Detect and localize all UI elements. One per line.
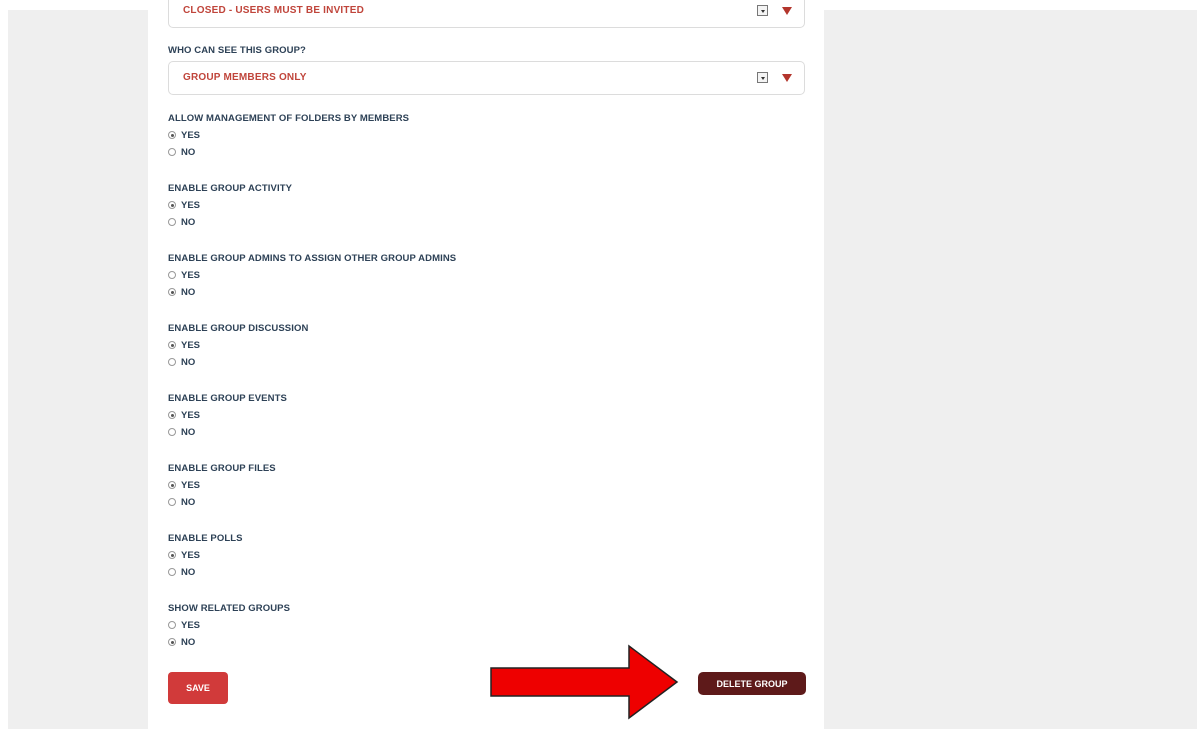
visibility-label: WHO CAN SEE THIS GROUP? <box>168 45 306 56</box>
radio-label: YES <box>181 409 201 421</box>
delete-group-button[interactable]: DELETE GROUP <box>698 672 806 695</box>
radio-button-icon[interactable] <box>168 218 176 226</box>
radio-button-icon[interactable] <box>168 358 176 366</box>
radio-option-yes[interactable]: YES <box>168 619 200 631</box>
setting-label: ENABLE GROUP ACTIVITY <box>168 183 293 194</box>
radio-option-yes[interactable]: YES <box>168 199 200 211</box>
radio-option-no[interactable]: NO <box>168 566 195 578</box>
radio-label: NO <box>181 146 196 158</box>
radio-button-icon[interactable] <box>168 341 176 349</box>
radio-button-icon[interactable] <box>168 288 176 296</box>
radio-label: NO <box>181 636 196 648</box>
radio-button-icon[interactable] <box>168 481 176 489</box>
radio-option-no[interactable]: NO <box>168 146 195 158</box>
radio-label: YES <box>181 479 201 491</box>
radio-option-no[interactable]: NO <box>168 216 195 228</box>
radio-button-icon[interactable] <box>168 638 176 646</box>
radio-button-icon[interactable] <box>168 551 176 559</box>
radio-button-icon[interactable] <box>168 411 176 419</box>
radio-label: YES <box>181 619 201 631</box>
select-button-icon[interactable] <box>757 72 768 83</box>
membership-select-value: CLOSED - USERS MUST BE INVITED <box>183 5 365 16</box>
radio-button-icon[interactable] <box>168 131 176 139</box>
right-arrow-icon <box>490 644 679 720</box>
radio-option-no[interactable]: NO <box>168 356 195 368</box>
radio-button-icon[interactable] <box>168 621 176 629</box>
radio-option-yes[interactable]: YES <box>168 339 200 351</box>
radio-button-icon[interactable] <box>168 428 176 436</box>
radio-label: YES <box>181 549 201 561</box>
radio-label: YES <box>181 199 201 211</box>
radio-label: NO <box>181 216 196 228</box>
radio-button-icon[interactable] <box>168 271 176 279</box>
radio-label: YES <box>181 129 201 141</box>
radio-option-yes[interactable]: YES <box>168 409 200 421</box>
radio-option-yes[interactable]: YES <box>168 129 200 141</box>
radio-label: NO <box>181 426 196 438</box>
radio-label: NO <box>181 496 196 508</box>
radio-label: NO <box>181 566 196 578</box>
radio-option-no[interactable]: NO <box>168 636 195 648</box>
visibility-select-value: GROUP MEMBERS ONLY <box>183 72 307 83</box>
radio-option-yes[interactable]: YES <box>168 479 200 491</box>
setting-label: ENABLE GROUP ADMINS TO ASSIGN OTHER GROU… <box>168 253 457 264</box>
visibility-select[interactable]: GROUP MEMBERS ONLY <box>168 61 805 95</box>
radio-button-icon[interactable] <box>168 568 176 576</box>
radio-label: YES <box>181 269 201 281</box>
radio-button-icon[interactable] <box>168 498 176 506</box>
setting-label: ALLOW MANAGEMENT OF FOLDERS BY MEMBERS <box>168 113 410 124</box>
save-button[interactable]: SAVE <box>168 672 228 704</box>
radio-option-yes[interactable]: YES <box>168 269 200 281</box>
radio-label: NO <box>181 286 196 298</box>
radio-option-no[interactable]: NO <box>168 496 195 508</box>
select-button-icon[interactable] <box>757 5 768 16</box>
radio-label: NO <box>181 356 196 368</box>
settings-panel <box>148 0 824 729</box>
radio-option-no[interactable]: NO <box>168 426 195 438</box>
setting-label: ENABLE GROUP DISCUSSION <box>168 323 309 334</box>
setting-label: ENABLE POLLS <box>168 533 243 544</box>
membership-select[interactable]: CLOSED - USERS MUST BE INVITED <box>168 0 805 28</box>
setting-label: ENABLE GROUP EVENTS <box>168 393 287 404</box>
radio-option-no[interactable]: NO <box>168 286 195 298</box>
radio-label: YES <box>181 339 201 351</box>
chevron-down-icon[interactable] <box>782 74 792 82</box>
radio-button-icon[interactable] <box>168 148 176 156</box>
chevron-down-icon[interactable] <box>782 7 792 15</box>
setting-label: SHOW RELATED GROUPS <box>168 603 291 614</box>
radio-option-yes[interactable]: YES <box>168 549 200 561</box>
radio-button-icon[interactable] <box>168 201 176 209</box>
setting-label: ENABLE GROUP FILES <box>168 463 276 474</box>
